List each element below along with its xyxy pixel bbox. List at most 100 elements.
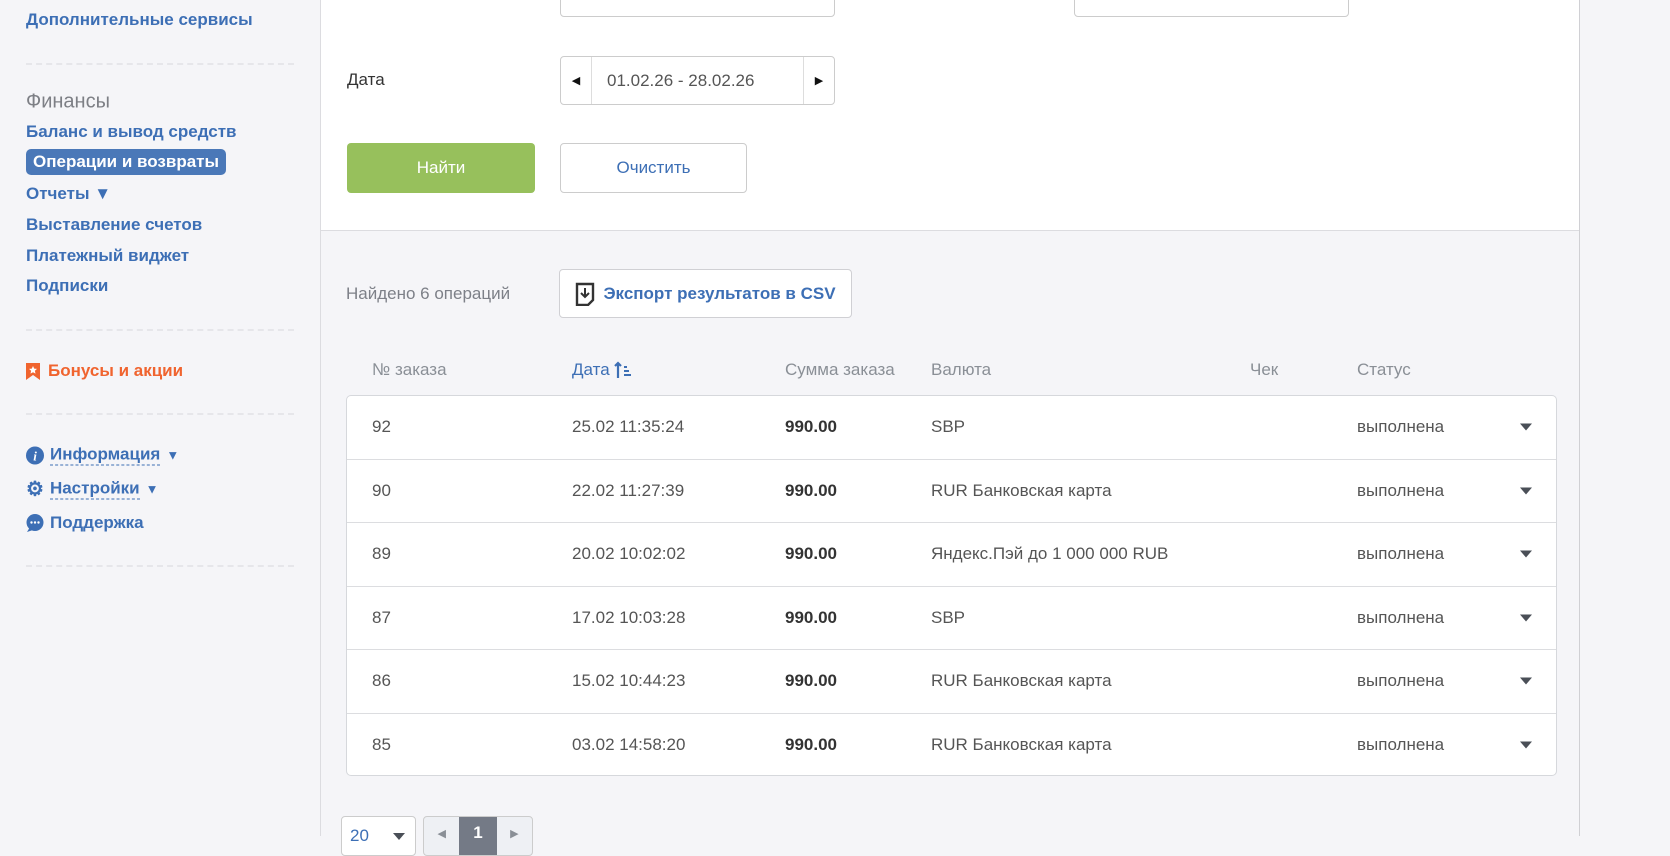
column-header-status[interactable]: Статус [1357,360,1411,380]
sidebar-item-invoices[interactable]: Выставление счетов [26,215,202,235]
gear-icon: ⚙ [26,478,44,500]
order-date: 03.02 14:58:20 [572,735,686,755]
clear-button[interactable]: Очистить [560,143,747,193]
order-amount: 990.00 [785,480,837,500]
filter-input[interactable] [560,0,835,17]
sidebar-item-payment-widget[interactable]: Платежный виджет [26,246,189,266]
divider [26,329,294,331]
table-row[interactable]: 86 15.02 10:44:23 990.00 RUR Банковская … [347,650,1556,714]
download-file-icon [576,282,595,306]
expand-row-icon[interactable] [1520,741,1532,749]
sidebar-item-subscriptions[interactable]: Подписки [26,276,108,296]
order-status: выполнена [1357,607,1445,627]
next-period-button[interactable]: ▶ [803,57,834,104]
page-size-value: 20 [350,826,369,845]
filter-form: Дата ◀ 01.02.26 - 28.02.26 ▶ Найти Очист… [321,0,1579,231]
column-header-order[interactable]: № заказа [372,360,447,380]
expand-row-icon[interactable] [1520,423,1532,431]
date-range-picker: ◀ 01.02.26 - 28.02.26 ▶ [560,56,835,105]
chevron-down-icon: ▼ [145,481,159,497]
order-currency: RUR Банковская карта [931,671,1112,691]
expand-row-icon[interactable] [1520,487,1532,495]
order-status: выполнена [1357,671,1445,691]
expand-row-icon[interactable] [1520,614,1532,622]
column-header-currency[interactable]: Валюта [931,360,991,380]
export-csv-button[interactable]: Экспорт результатов в CSV [559,269,852,318]
order-amount: 990.00 [785,671,837,691]
order-date: 17.02 10:03:28 [572,607,686,627]
sidebar-item-operations-active[interactable]: Операции и возвраты [26,149,227,175]
order-date: 20.02 10:02:02 [572,544,686,564]
divider [26,63,294,65]
order-status: выполнена [1357,544,1445,564]
sidebar-item-reports[interactable]: Отчеты ▼ [26,184,111,204]
order-status: выполнена [1357,480,1445,500]
divider [26,565,294,567]
order-id: 86 [372,671,391,691]
page-1-button[interactable]: 1 [459,817,497,855]
order-id: 87 [372,607,391,627]
order-amount: 990.00 [785,735,837,755]
svg-text:i: i [33,448,37,463]
order-id: 85 [372,735,391,755]
sidebar-item-balance[interactable]: Баланс и вывод средств [26,122,237,142]
column-header-date[interactable]: Дата [572,360,632,380]
divider [26,413,294,415]
order-currency: SBP [931,417,966,437]
date-header-label: Дата [572,360,610,379]
order-amount: 990.00 [785,417,837,437]
table-row[interactable]: 89 20.02 10:02:02 990.00 Яндекс.Пэй до 1… [347,523,1556,587]
column-header-amount[interactable]: Сумма заказа [785,360,895,380]
date-range-value[interactable]: 01.02.26 - 28.02.26 [592,57,803,104]
next-page-button[interactable]: ▶ [497,817,532,855]
chat-icon [26,514,44,532]
table-row[interactable]: 85 03.02 14:58:20 990.00 RUR Банковская … [347,714,1556,776]
sidebar-item-bonuses[interactable]: Бонусы и акции [26,361,183,381]
chevron-down-icon [393,832,405,840]
page-size-select[interactable]: 20 [341,816,416,856]
order-currency: SBP [931,607,966,627]
chevron-down-icon: ▼ [166,447,180,463]
operations-table: 92 25.02 11:35:24 990.00 SBP выполнена 9… [346,395,1557,776]
info-icon: i [26,446,44,464]
date-label: Дата [347,70,385,89]
order-date: 25.02 11:35:24 [572,417,685,437]
order-amount: 990.00 [785,607,837,627]
order-id: 92 [372,417,391,437]
order-currency: RUR Банковская карта [931,480,1112,500]
sidebar-item-support[interactable]: Поддержка [26,513,144,533]
table-row[interactable]: 87 17.02 10:03:28 990.00 SBP выполнена [347,587,1556,650]
info-label: Информация [50,444,161,466]
filter-input[interactable] [1074,0,1349,17]
sort-ascending-icon [613,361,631,378]
prev-period-button[interactable]: ◀ [561,57,592,104]
support-label: Поддержка [50,513,144,532]
order-date: 15.02 10:44:23 [572,671,686,691]
table-row[interactable]: 92 25.02 11:35:24 990.00 SBP выполнена [347,396,1556,460]
order-id: 89 [372,544,391,564]
table-row[interactable]: 90 22.02 11:27:39 990.00 RUR Банковская … [347,460,1556,523]
expand-row-icon[interactable] [1520,677,1532,685]
order-status: выполнена [1357,417,1445,437]
order-status: выполнена [1357,735,1445,755]
find-button[interactable]: Найти [347,143,535,193]
order-currency: Яндекс.Пэй до 1 000 000 RUB [931,544,1169,564]
prev-page-button[interactable]: ◀ [424,817,459,855]
main-panel: Дата ◀ 01.02.26 - 28.02.26 ▶ Найти Очист… [320,0,1580,856]
order-amount: 990.00 [785,544,837,564]
sidebar-item-extra-services[interactable]: Дополнительные сервисы [26,10,253,30]
sidebar-item-info[interactable]: i Информация ▼ [26,445,179,466]
order-date: 22.02 11:27:39 [572,480,685,500]
bonuses-label: Бонусы и акции [48,361,184,380]
export-label: Экспорт результатов в CSV [603,283,836,303]
section-heading-finance: Финансы [26,90,110,113]
bookmark-star-icon [26,362,40,380]
order-id: 90 [372,480,391,500]
column-header-receipt[interactable]: Чек [1250,360,1278,380]
sidebar-item-settings[interactable]: ⚙ Настройки ▼ [26,479,159,500]
found-count: Найдено 6 операций [346,284,511,303]
expand-row-icon[interactable] [1520,550,1532,558]
settings-label: Настройки [49,478,140,500]
pager: ◀ 1 ▶ [423,816,533,856]
order-currency: RUR Банковская карта [931,735,1112,755]
